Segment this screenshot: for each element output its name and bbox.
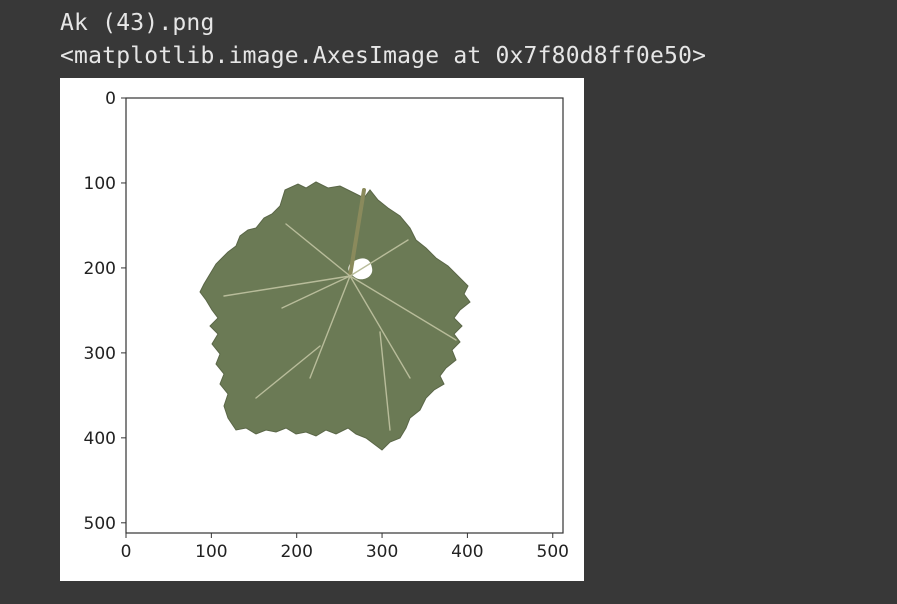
x-tick-label: 0 [121,542,132,562]
x-tick-label: 200 [280,542,312,562]
y-tick-label: 300 [84,344,116,364]
y-axis: 0 100 200 300 400 500 [84,89,126,534]
output-filename: Ak (43).png [60,10,215,36]
y-tick-label: 200 [84,259,116,279]
plot-svg: 0 100 200 300 400 500 0 100 200 300 400 500 [84,89,569,562]
x-tick-label: 300 [366,542,398,562]
y-tick-label: 0 [105,89,116,109]
grape-leaf-icon [199,181,471,451]
x-tick-label: 100 [195,542,227,562]
y-tick-label: 400 [84,429,116,449]
output-repr-text: <matplotlib.image.AxesImage at 0x7f80d8f… [60,43,707,69]
y-tick-label: 500 [84,514,116,534]
x-tick-label: 400 [451,542,483,562]
x-axis: 0 100 200 300 400 500 [121,533,569,562]
y-tick-label: 100 [84,174,116,194]
matplotlib-figure: 0 100 200 300 400 500 0 100 200 300 400 500 [60,78,584,581]
x-tick-label: 500 [537,542,569,562]
